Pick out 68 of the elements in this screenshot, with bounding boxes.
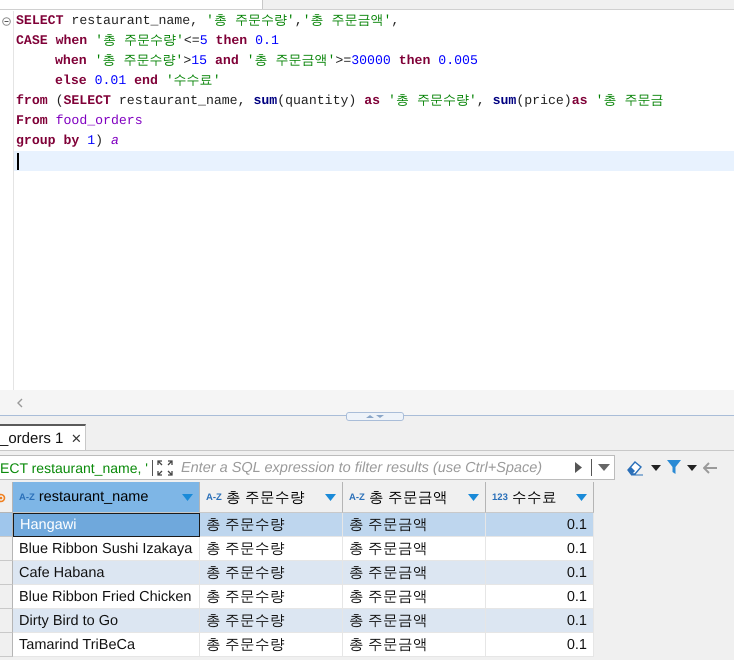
table-cell[interactable]: Dirty Bird to Go bbox=[13, 609, 200, 633]
code-line: group by 1) a bbox=[15, 132, 119, 150]
sort-icon[interactable] bbox=[182, 494, 193, 500]
row-header[interactable] bbox=[0, 633, 13, 657]
table-cell[interactable]: 0.1 bbox=[486, 609, 594, 633]
type-label: A-Z bbox=[349, 492, 365, 502]
column-header[interactable]: A-Z restaurant_name bbox=[13, 482, 200, 513]
column-label: restaurant_name bbox=[38, 489, 150, 505]
fold-icon[interactable] bbox=[2, 16, 11, 26]
table-cell[interactable]: 총 주문금액 bbox=[343, 609, 486, 633]
table-cell[interactable]: Tamarind TriBeCa bbox=[13, 633, 200, 657]
table-cell[interactable]: Blue Ribbon Sushi Izakaya bbox=[13, 537, 200, 561]
table-cell[interactable]: 0.1 bbox=[486, 585, 594, 609]
close-icon[interactable]: × bbox=[71, 430, 82, 446]
back-arrow-icon[interactable] bbox=[703, 462, 717, 474]
eraser-icon[interactable] bbox=[625, 460, 645, 476]
table-cell[interactable]: 총 주문수량 bbox=[200, 513, 343, 537]
table-cell[interactable]: Blue Ribbon Fried Chicken bbox=[13, 585, 200, 609]
type-label: A-Z bbox=[19, 492, 35, 502]
table-cell[interactable]: Cafe Habana bbox=[13, 561, 200, 585]
table-cell[interactable]: 총 주문금액 bbox=[343, 513, 486, 537]
query-text: ECT restaurant_name, ' bbox=[0, 460, 153, 476]
column-label: 총 주문금액 bbox=[368, 488, 449, 506]
table-cell[interactable]: 0.1 bbox=[486, 513, 594, 537]
splitter-handle[interactable] bbox=[346, 412, 404, 421]
table-cell[interactable]: 총 주문금액 bbox=[343, 585, 486, 609]
scroll-left-icon[interactable] bbox=[16, 398, 23, 408]
sort-icon[interactable] bbox=[468, 494, 479, 500]
code-line: CASE when '총 주문수량'<=5 then 0.1 bbox=[15, 32, 279, 50]
table-cell[interactable]: 0.1 bbox=[486, 537, 594, 561]
table-cell[interactable]: 총 주문금액 bbox=[343, 633, 486, 657]
caret-icon[interactable] bbox=[651, 464, 661, 470]
column-header[interactable]: A-Z 총 주문금액 bbox=[343, 482, 486, 513]
row-header[interactable] bbox=[0, 585, 13, 609]
table-cell[interactable]: 총 주문금액 bbox=[343, 537, 486, 561]
table-cell[interactable]: 총 주문수량 bbox=[200, 609, 343, 633]
code-line: else 0.01 end '수수료' bbox=[54, 72, 221, 90]
column-label: 총 주문수량 bbox=[226, 488, 306, 506]
column-header[interactable]: 123 수수료 bbox=[486, 482, 594, 513]
table-cell[interactable]: 총 주문수량 bbox=[200, 537, 343, 561]
play-icon[interactable] bbox=[574, 461, 583, 474]
table-cell[interactable]: 0.1 bbox=[486, 561, 594, 585]
table-cell[interactable]: 총 주문수량 bbox=[200, 633, 343, 657]
column-label: 수수료 bbox=[512, 488, 558, 506]
filter-field[interactable]: ECT restaurant_name, ' Enter a SQL expression to filter results (use Ctrl+Space) bbox=[0, 455, 615, 480]
caret-icon[interactable] bbox=[687, 464, 697, 470]
type-label: 123 bbox=[492, 492, 508, 502]
sort-icon[interactable] bbox=[325, 494, 336, 500]
type-label: A-Z bbox=[206, 492, 222, 502]
text-cursor bbox=[17, 153, 18, 170]
code-line: From food_orders bbox=[15, 112, 143, 130]
filter-input[interactable]: Enter a SQL expression to filter results (use Ctrl+Space) bbox=[176, 460, 566, 476]
results-tab[interactable]: _orders 1 × bbox=[0, 424, 86, 450]
code-line: from (SELECT restaurant_name, sum(quantity) as '총 주문수량', sum(price)as '총 주문금 bbox=[15, 92, 664, 110]
row-header[interactable] bbox=[0, 537, 13, 561]
filter-icon[interactable] bbox=[667, 460, 681, 475]
sort-icon[interactable] bbox=[576, 494, 587, 500]
dropdown-icon[interactable] bbox=[598, 464, 610, 471]
code-line: SELECT restaurant_name, '총 주문수량','총 주문금액', bbox=[15, 12, 400, 30]
table-cell[interactable]: 총 주문수량 bbox=[200, 561, 343, 585]
expand-icon[interactable] bbox=[156, 460, 173, 476]
column-header[interactable]: A-Z 총 주문수량 bbox=[200, 482, 343, 513]
code-line: when '총 주문수량'>15 and '총 주문금액'>=30000 then 0.005 bbox=[54, 52, 478, 70]
table-cell[interactable]: 총 주문금액 bbox=[343, 561, 486, 585]
row-header[interactable] bbox=[0, 561, 13, 585]
table-cell[interactable]: 총 주문수량 bbox=[200, 585, 343, 609]
table-cell[interactable]: 0.1 bbox=[486, 633, 594, 657]
row-header[interactable] bbox=[0, 609, 13, 633]
